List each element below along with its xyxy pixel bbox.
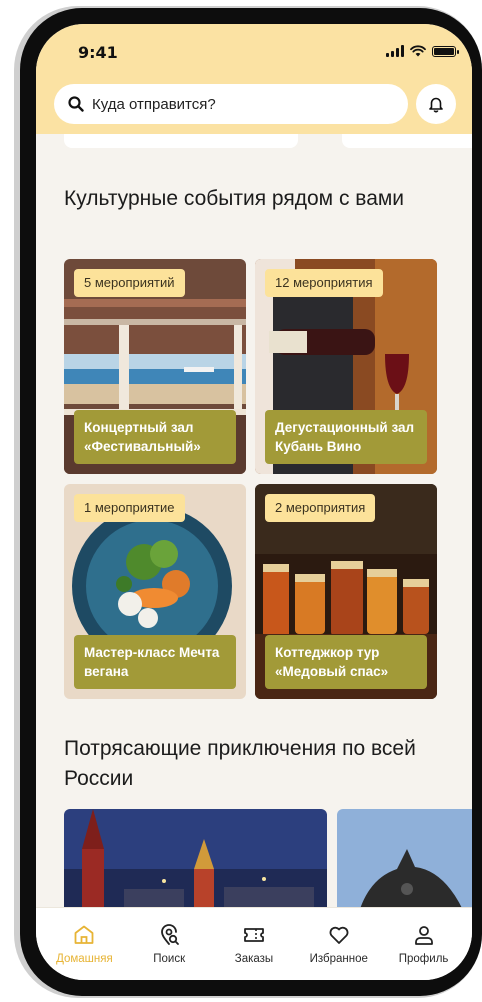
profile-icon: [411, 922, 437, 948]
search-icon: [68, 96, 84, 112]
bell-icon: [429, 97, 443, 113]
event-count-badge: 1 мероприятие: [74, 494, 185, 522]
previous-card-edge: [64, 134, 298, 148]
bottom-tab-bar: Домашняя Поиск Заказы Избранное Профиль: [36, 907, 472, 980]
adventure-card[interactable]: [64, 809, 327, 919]
horse-statue-photo: [337, 809, 472, 919]
home-icon: [71, 922, 97, 948]
section-title-adventures: Потрясающие приключения по всей России: [64, 737, 416, 790]
event-card[interactable]: 1 мероприятие Мастер-класс Мечта вегана: [64, 484, 246, 699]
event-card[interactable]: 5 мероприятий Концертный зал «Фестивальн…: [64, 259, 246, 474]
tab-label: Заказы: [234, 953, 274, 965]
battery-icon: [432, 45, 459, 57]
event-card-label: Коттеджкор тур «Медовый спас»: [265, 635, 427, 689]
tab-label: Профиль: [398, 953, 449, 965]
tab-label: Избранное: [309, 953, 368, 965]
event-card-label: Концертный зал «Фестивальный»: [74, 410, 236, 464]
heart-icon: [326, 922, 352, 948]
wifi-icon: [410, 45, 426, 57]
previous-card-edge: [342, 134, 472, 148]
adventure-card[interactable]: [337, 809, 472, 919]
ticket-icon: [241, 922, 267, 948]
header: 9:41 Куда отправится?: [36, 24, 472, 134]
search-input[interactable]: Куда отправится?: [54, 84, 408, 124]
notifications-button[interactable]: [416, 84, 456, 124]
tab-label: Домашняя: [56, 953, 113, 965]
search-placeholder: Куда отправится?: [92, 95, 216, 113]
tab-label: Поиск: [153, 953, 186, 965]
event-card-label: Мастер-класс Мечта вегана: [74, 635, 236, 689]
tab-favorites[interactable]: Избранное: [299, 922, 379, 980]
tab-search[interactable]: Поиск: [129, 922, 209, 980]
tab-orders[interactable]: Заказы: [214, 922, 294, 980]
map-search-icon: [156, 922, 182, 948]
event-count-badge: 5 мероприятий: [74, 269, 185, 297]
event-count-badge: 12 мероприятия: [265, 269, 383, 297]
kremlin-photo: [64, 809, 327, 919]
app-screen: 9:41 Куда отправится? Культурные события…: [36, 24, 472, 980]
status-icons: [386, 45, 459, 57]
tab-home[interactable]: Домашняя: [44, 922, 124, 980]
event-count-badge: 2 мероприятия: [265, 494, 376, 522]
tab-profile[interactable]: Профиль: [384, 922, 464, 980]
event-card[interactable]: 12 мероприятия Дегустационный зал Кубань…: [255, 259, 437, 474]
signal-icon: [386, 45, 404, 57]
event-card[interactable]: 2 мероприятия Коттеджкор тур «Медовый сп…: [255, 484, 437, 699]
event-card-label: Дегустационный зал Кубань Вино: [265, 410, 427, 464]
section-title-cultural: Культурные события рядом с вами: [64, 187, 405, 210]
status-time: 9:41: [78, 43, 118, 62]
